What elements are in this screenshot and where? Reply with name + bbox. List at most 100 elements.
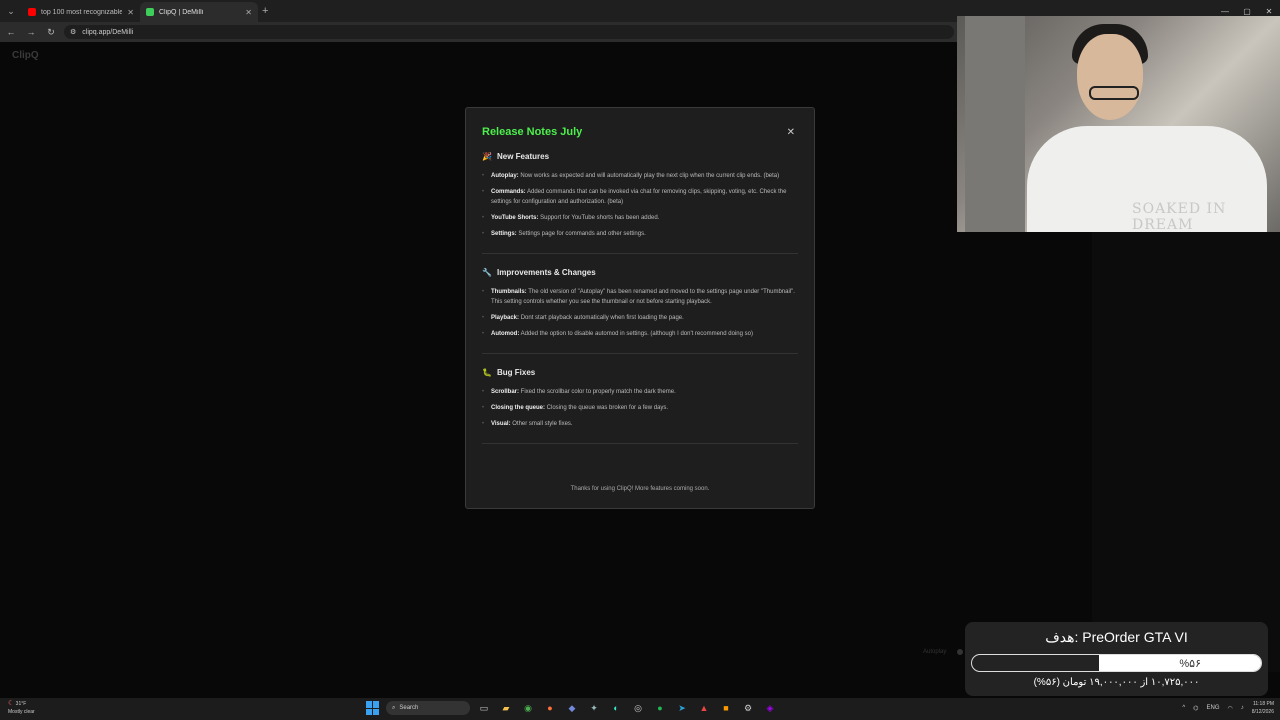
item-text: The old version of "Autoplay" has been r… [491, 289, 795, 305]
item-text: Settings page for commands and other set… [516, 231, 646, 237]
tray-chevron-icon[interactable]: ^ [1182, 705, 1185, 711]
volume-icon[interactable]: ♪ [1241, 705, 1244, 711]
tab-close-icon[interactable]: ✕ [127, 8, 134, 17]
goal-progress-bar: %۵۶ [971, 654, 1262, 672]
obs-icon[interactable]: ◎ [630, 701, 646, 715]
start-button[interactable] [366, 701, 380, 715]
steam-icon[interactable]: ✦ [586, 701, 602, 715]
chrome-icon[interactable]: ◉ [520, 701, 536, 715]
task-view-icon[interactable]: ▭ [476, 701, 492, 715]
search-label: Search [399, 705, 419, 711]
list-item: • Playback: Dont start playback automatic… [482, 315, 684, 321]
section-title: New Features [497, 152, 550, 161]
clock-date: 8/12/2026 [1251, 709, 1274, 715]
taskbar-search[interactable]: ⌕ Search [386, 701, 470, 715]
section-heading: 🎉 New Features [482, 152, 798, 161]
list-item: • Thumbnails: The old version of "Autopla… [482, 289, 795, 305]
weather-temp: 31°F [15, 701, 27, 707]
modal-footer-text: Thanks for using ClipQ! More features co… [570, 486, 710, 492]
reload-icon[interactable]: ↻ [44, 25, 58, 39]
url-text: clipq.app/DeMilli [82, 28, 134, 36]
webcam-glasses [1089, 86, 1139, 100]
tab-title: top 100 most recognizable son [41, 8, 123, 16]
item-text: Fixed the scrollbar color to properly ma… [519, 389, 676, 395]
goal-title: هدف: PreOrder GTA VI [1045, 629, 1188, 645]
party-icon: 🎉 [482, 152, 492, 161]
item-label: Thumbnails: [491, 289, 527, 295]
clock-time: 11:18 PM [1252, 701, 1274, 707]
app-icon[interactable]: ◈ [762, 701, 778, 715]
item-label: Visual: [491, 421, 511, 427]
queue-panel [1092, 232, 1280, 672]
search-icon: ⌕ [392, 704, 396, 711]
item-text: Other small style fixes. [510, 421, 573, 427]
edge-icon[interactable]: ◐ [608, 701, 624, 715]
system-tray: ^ ⌬ ENG ◠ ♪ 11:18 PM 8/12/2026 [1182, 700, 1274, 716]
settings-icon[interactable]: ⚙ [740, 701, 756, 715]
item-text: Dont start playback automatically when f… [519, 315, 684, 321]
tab-clipq[interactable]: ClipQ | DeMilli ✕ [140, 2, 258, 22]
telegram-icon[interactable]: ➤ [674, 701, 690, 715]
forward-icon[interactable]: → [24, 25, 38, 39]
item-text: Now works as expected and will automatic… [518, 173, 780, 179]
app-logo[interactable]: ClipQ [12, 50, 39, 61]
webcam-background-door [965, 16, 1025, 232]
list-item: • Commands: Added commands that can be in… [482, 189, 787, 205]
item-text: Added commands that can be invoked via c… [491, 189, 787, 205]
youtube-favicon-icon [28, 8, 36, 16]
autoplay-toggle[interactable] [957, 649, 963, 655]
taskbar-apps: ⌕ Search ▭ ▰ ◉ ● ◆ ✦ ◐ ◎ ● ➤ ▲ ■ ⚙ ◈ [366, 701, 778, 715]
app-icon[interactable]: ■ [718, 701, 734, 715]
clock[interactable]: 11:18 PM 8/12/2026 [1252, 700, 1274, 716]
back-icon[interactable]: ← [4, 25, 18, 39]
item-label: Playback: [491, 315, 520, 321]
app-icon[interactable]: ▲ [696, 701, 712, 715]
bug-icon: 🐛 [482, 368, 492, 377]
tab-youtube[interactable]: top 100 most recognizable son ✕ [22, 2, 140, 22]
section-heading: 🔧 Improvements & Changes [482, 268, 798, 277]
item-label: Settings: [491, 231, 517, 237]
tab-search-icon[interactable]: ⌄ [0, 0, 22, 22]
list-item: • YouTube Shorts: Support for YouTube sho… [482, 215, 660, 221]
site-info-icon[interactable]: ⚙ [70, 28, 76, 36]
weather-widget[interactable]: ☾ 31°F Mostly clear [8, 700, 35, 716]
list-item: • Automod: Added the option to disable au… [482, 331, 753, 337]
goal-amount: ۱۰,۷۲۵,۰۰۰ از ۱۹,۰۰۰,۰۰۰ تومان (۵۶%) [1033, 677, 1200, 688]
list-item: • Scrollbar: Fixed the scrollbar color to… [482, 389, 676, 395]
weather-icon: ☾ [8, 700, 15, 707]
section-heading: 🐛 Bug Fixes [482, 368, 798, 377]
item-label: Closing the queue: [491, 405, 545, 411]
address-bar[interactable]: ⚙ clipq.app/DeMilli [64, 25, 954, 39]
wrench-icon: 🔧 [482, 268, 492, 277]
close-icon[interactable]: ✕ [787, 127, 795, 138]
list-item: • Closing the queue: Closing the queue wa… [482, 405, 669, 411]
wifi-icon[interactable]: ◠ [1228, 705, 1233, 712]
item-label: Commands: [491, 189, 526, 195]
item-label: Autoplay: [491, 173, 519, 179]
section-title: Bug Fixes [497, 368, 536, 377]
webcam-shirt-text: SOAKED IN DREAM [1132, 201, 1227, 232]
item-text: Closing the queue was broken for a few d… [545, 405, 669, 411]
file-explorer-icon[interactable]: ▰ [498, 701, 514, 715]
section-bug-fixes: 🐛 Bug Fixes • Scrollbar: Fixed the scroll… [482, 368, 798, 444]
section-improvements: 🔧 Improvements & Changes • Thumbnails: Th… [482, 268, 798, 354]
firefox-icon[interactable]: ● [542, 701, 558, 715]
donation-goal-widget: هدف: PreOrder GTA VI %۵۶ ۱۰,۷۲۵,۰۰۰ از ۱… [965, 622, 1268, 696]
item-label: Scrollbar: [491, 389, 520, 395]
section-title: Improvements & Changes [497, 268, 596, 277]
language-indicator[interactable]: ENG [1206, 705, 1219, 711]
discord-icon[interactable]: ◆ [564, 701, 580, 715]
network-icon[interactable]: ⌬ [1193, 705, 1198, 712]
new-tab-icon[interactable]: + [262, 5, 268, 17]
list-item: • Autoplay: Now works as expected and wil… [482, 173, 780, 179]
release-notes-modal: Release Notes July ✕ 🎉 New Features • Aut… [465, 107, 815, 509]
modal-title: Release Notes July [482, 126, 583, 138]
goal-percent: %۵۶ [1179, 657, 1201, 670]
webcam-person-head [1077, 34, 1143, 120]
spotify-icon[interactable]: ● [652, 701, 668, 715]
tab-close-icon[interactable]: ✕ [245, 8, 252, 17]
item-text: Added the option to disable automod in s… [519, 331, 753, 337]
list-item: • Settings: Settings page for commands an… [482, 231, 646, 237]
clipq-favicon-icon [146, 8, 154, 16]
webcam-overlay: SOAKED IN DREAM [957, 16, 1280, 232]
